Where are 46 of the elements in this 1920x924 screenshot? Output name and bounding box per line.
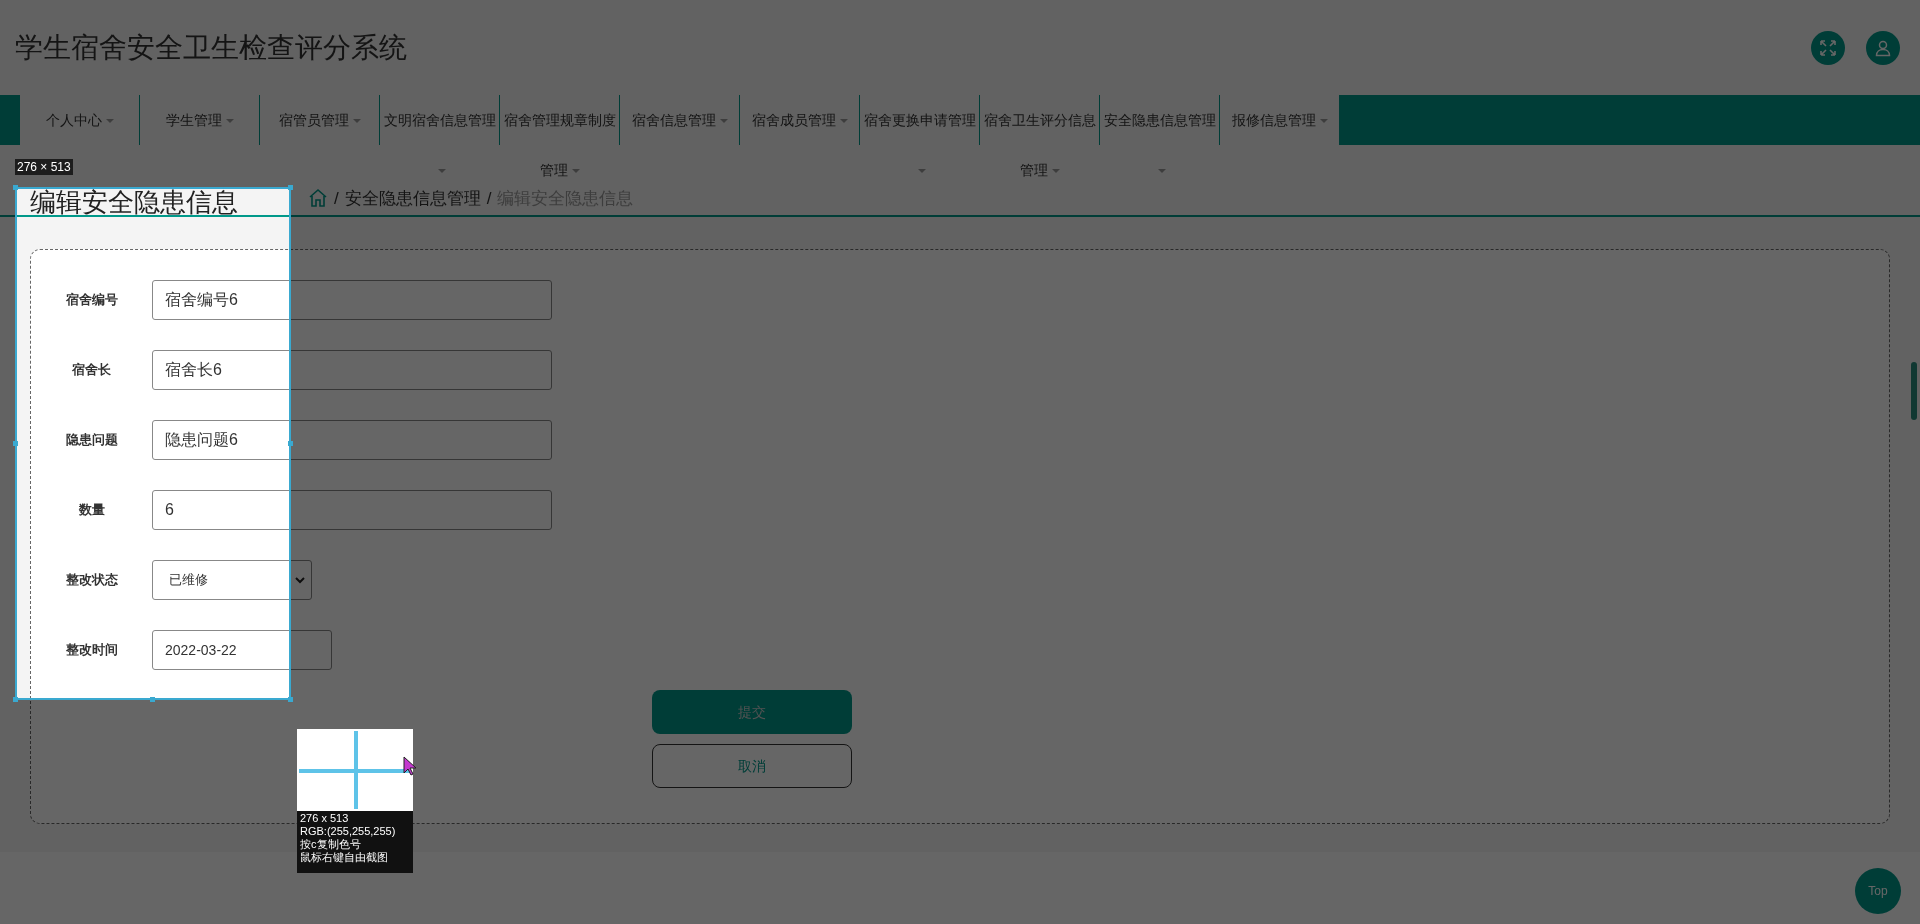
field-label: 整改时间: [64, 641, 119, 660]
resize-handle[interactable]: [288, 697, 293, 702]
selection-size-label: 276 × 513: [15, 159, 73, 175]
resize-handle[interactable]: [13, 185, 18, 190]
page-title: 编辑安全隐患信息: [30, 189, 238, 215]
input-field[interactable]: 隐患问题6: [152, 420, 552, 460]
user-icon: [1874, 38, 1892, 57]
resize-handle[interactable]: [150, 697, 155, 702]
caret-icon: [353, 119, 361, 124]
caret-icon: [226, 119, 234, 124]
field-label: 宿舍编号: [64, 291, 119, 310]
capture-info-text: RGB:(255,255,255): [300, 825, 397, 838]
back-to-top-button[interactable]: Top: [1855, 868, 1901, 914]
resize-handle[interactable]: [288, 185, 293, 190]
system-title: 学生宿舍安全卫生检查评分系统: [15, 30, 408, 65]
cancel-button[interactable]: 取消: [652, 744, 852, 788]
caret-icon: [840, 119, 848, 124]
resize-handle[interactable]: [288, 441, 293, 446]
breadcrumb-separator: /: [334, 187, 339, 210]
input-field[interactable]: 6: [152, 490, 552, 530]
breadcrumb-link[interactable]: 安全隐患信息管理: [344, 185, 481, 211]
input-field[interactable]: 宿舍长6: [152, 350, 552, 390]
breadcrumb-separator: /: [486, 187, 492, 210]
expand-icon: [1819, 38, 1837, 57]
input-field[interactable]: 宿舍编号6: [152, 280, 552, 320]
field-label: 宿舍长: [71, 361, 112, 380]
resize-handle[interactable]: [13, 441, 18, 446]
caret-icon: [1320, 119, 1328, 124]
capture-info-text: 276 x 513: [300, 812, 350, 825]
chevron-down-icon: [295, 576, 305, 584]
field-label: 整改状态: [64, 571, 119, 590]
capture-info-text: 按c复制色号: [300, 838, 362, 851]
status-select[interactable]: 已维修: [152, 560, 312, 600]
cursor-icon: [403, 756, 417, 776]
date-field[interactable]: 2022-03-22: [152, 630, 332, 670]
resize-handle[interactable]: [13, 697, 18, 702]
scrollbar-thumb[interactable]: [1911, 362, 1917, 420]
home-icon[interactable]: [308, 188, 328, 209]
submit-button[interactable]: 提交: [652, 690, 852, 734]
caret-icon: [720, 119, 728, 124]
user-button[interactable]: [1866, 30, 1900, 65]
capture-info-text: 鼠标右键自由截图: [300, 851, 389, 864]
fullscreen-button[interactable]: [1811, 30, 1845, 65]
field-label: 数量: [77, 501, 106, 520]
field-label: 隐患问题: [64, 431, 119, 450]
caret-icon: [106, 119, 114, 124]
